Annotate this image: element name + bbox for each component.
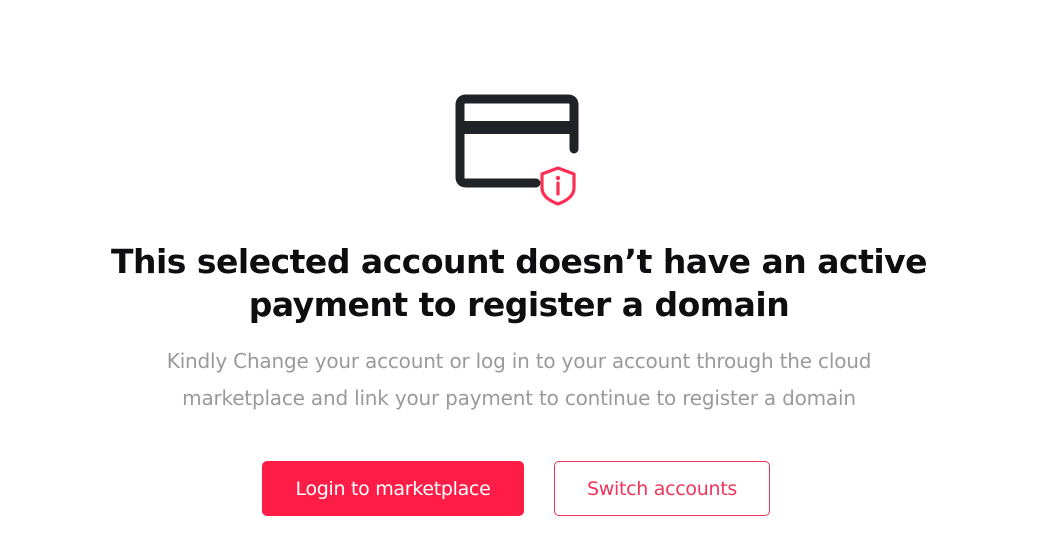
switch-accounts-button[interactable]: Switch accounts xyxy=(554,461,770,516)
page-description: Kindly Change your account or log in to … xyxy=(0,343,1038,417)
payment-required-page: This selected account doesn’t have an ac… xyxy=(0,0,1038,558)
page-description-line-2: marketplace and link your payment to con… xyxy=(182,386,856,410)
page-title-line-2: payment to register a domain xyxy=(248,285,790,324)
login-to-marketplace-button[interactable]: Login to marketplace xyxy=(262,461,524,516)
page-description-line-1: Kindly Change your account or log in to … xyxy=(166,349,872,373)
card-illustration xyxy=(455,94,579,206)
page-title: This selected account doesn’t have an ac… xyxy=(0,240,1038,326)
shield-info-icon xyxy=(540,166,576,206)
switch-accounts-label: Switch accounts xyxy=(587,477,737,500)
page-title-line-1: This selected account doesn’t have an ac… xyxy=(110,242,928,281)
login-to-marketplace-label: Login to marketplace xyxy=(295,477,491,500)
